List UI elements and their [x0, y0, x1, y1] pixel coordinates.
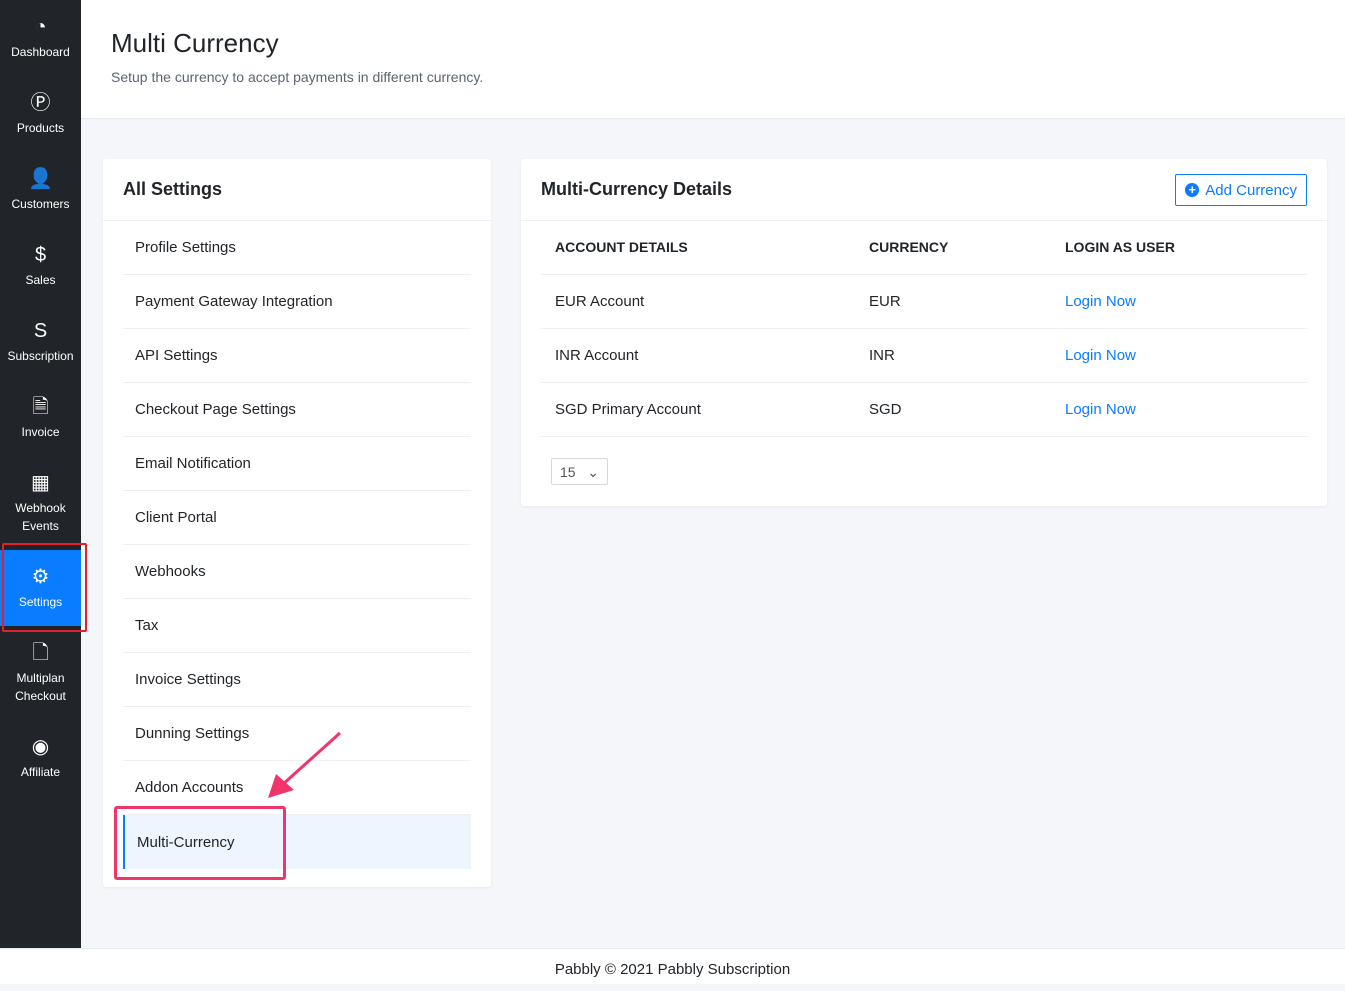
hand-dollar-icon: $: [34, 244, 47, 266]
login-cell: Login Now: [1051, 382, 1307, 437]
sidebar-item-products[interactable]: Ⓟ Products: [0, 76, 81, 152]
settings-item-invoice-settings[interactable]: Invoice Settings: [123, 653, 471, 707]
page-header: Multi Currency Setup the currency to acc…: [81, 0, 1345, 119]
settings-item-api-settings[interactable]: API Settings: [123, 329, 471, 383]
file-icon: 🗋: [32, 642, 49, 664]
sidebar-item-webhook-events[interactable]: ▦ Webhook Events: [0, 456, 81, 550]
sidebar-item-label: Webhook Events: [15, 501, 66, 533]
sidebar-item-multiplan-checkout[interactable]: 🗋 Multiplan Checkout: [0, 626, 81, 720]
plus-circle-icon: +: [1185, 183, 1200, 197]
add-currency-button[interactable]: + Add Currency: [1175, 174, 1307, 206]
login-now-link[interactable]: Login Now: [1065, 401, 1136, 418]
file-icon: 🗎: [32, 396, 49, 418]
sidebar-item-label: Sales: [25, 273, 56, 287]
settings-item-client-portal[interactable]: Client Portal: [123, 491, 471, 545]
settings-item-tax[interactable]: Tax: [123, 599, 471, 653]
settings-item-checkout-page-settings[interactable]: Checkout Page Settings: [123, 383, 471, 437]
sidebar-item-label: Subscription: [7, 349, 74, 363]
settings-item-profile-settings[interactable]: Profile Settings: [123, 221, 471, 275]
account-cell: INR Account: [541, 328, 855, 383]
sidebar-item-label: Products: [16, 121, 65, 135]
products-icon: Ⓟ: [30, 92, 51, 114]
currency-cell: INR: [855, 328, 1051, 383]
sidebar-item-label: Invoice: [21, 425, 60, 439]
settings-title: All Settings: [103, 159, 491, 221]
sidebar-item-customers[interactable]: 👤 Customers: [0, 152, 81, 228]
multi-currency-details-card: Multi-Currency Details + Add Currency AC…: [521, 159, 1327, 506]
table-row: EUR Account EUR Login Now: [541, 274, 1307, 329]
sidebar-item-invoice[interactable]: 🗎 Invoice: [0, 380, 81, 456]
highlight-box: [114, 806, 286, 880]
footer: Pabbly © 2021 Pabbly Subscription: [0, 948, 1345, 984]
page-title: Multi Currency: [111, 28, 279, 58]
column-header: CURRENCY: [855, 221, 1051, 275]
table-row: SGD Primary Account SGD Login Now: [541, 382, 1307, 437]
sidebar-item-label: Affiliate: [20, 765, 61, 779]
login-now-link[interactable]: Login Now: [1065, 347, 1136, 364]
arrow-annotation-icon: [268, 731, 342, 798]
login-now-link[interactable]: Login Now: [1065, 293, 1136, 310]
account-cell: SGD Primary Account: [541, 382, 855, 437]
column-header: ACCOUNT DETAILS: [541, 221, 855, 275]
podcast-icon: ◉: [31, 736, 50, 758]
sidebar-item-label: Dashboard: [11, 45, 70, 59]
page-size-value: 15: [560, 464, 576, 480]
sidebar-item-label: Settings: [18, 595, 63, 609]
user-icon: 👤: [28, 168, 53, 190]
settings-item-email-notification[interactable]: Email Notification: [123, 437, 471, 491]
sidebar-item-label: Multiplan Checkout: [15, 671, 66, 703]
sidebar: ◔ Dashboard Ⓟ Products 👤 Customers $ Sales S Subs…: [0, 0, 81, 948]
sidebar-item-subscription[interactable]: S Subscription: [0, 304, 81, 380]
calendar-icon: ▦: [31, 472, 50, 494]
login-cell: Login Now: [1051, 274, 1307, 329]
login-cell: Login Now: [1051, 328, 1307, 383]
sidebar-item-dashboard[interactable]: ◔ Dashboard: [0, 0, 81, 76]
add-currency-label: Add Currency: [1205, 181, 1297, 199]
sidebar-item-sales[interactable]: $ Sales: [0, 228, 81, 304]
chevron-down-icon: ⌄: [587, 464, 599, 480]
dashboard-icon: ◔: [34, 16, 47, 38]
page-subtitle: Setup the currency to accept payments in…: [111, 69, 484, 85]
table-row: INR Account INR Login Now: [541, 328, 1307, 383]
settings-item-payment-gateway-integration[interactable]: Payment Gateway Integration: [123, 275, 471, 329]
sidebar-item-settings[interactable]: ⚙ Settings: [0, 550, 81, 626]
gear-icon: ⚙: [31, 566, 50, 588]
sidebar-item-affiliate[interactable]: ◉ Affiliate: [0, 720, 81, 796]
column-header: LOGIN AS USER: [1051, 221, 1307, 275]
currency-cell: EUR: [855, 274, 1051, 329]
sidebar-item-label: Customers: [11, 197, 70, 211]
subscription-icon: S: [33, 320, 48, 342]
account-cell: EUR Account: [541, 274, 855, 329]
settings-item-webhooks[interactable]: Webhooks: [123, 545, 471, 599]
currency-cell: SGD: [855, 382, 1051, 437]
page-size-select[interactable]: 15 ⌄: [551, 458, 608, 485]
currency-table: ACCOUNT DETAILS CURRENCY LOGIN AS USER E…: [541, 221, 1307, 437]
